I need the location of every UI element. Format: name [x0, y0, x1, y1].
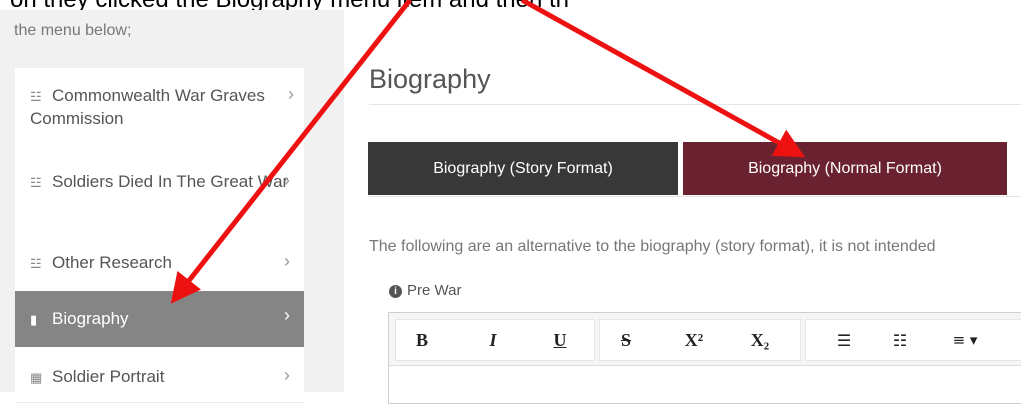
strikethrough-button[interactable]: S	[606, 320, 646, 360]
underline-button[interactable]: U	[540, 320, 580, 360]
database-icon: ☳	[30, 256, 42, 271]
bullet-list-icon[interactable]: ☰	[824, 320, 864, 360]
sidebar-item-label: Commonwealth War Graves Commission	[30, 86, 265, 128]
sidebar-item-label: Soldier Portrait	[52, 367, 165, 386]
sidebar-item-other-research[interactable]: ☳ Other Research ›	[15, 231, 304, 292]
database-icon: ☳	[30, 89, 42, 104]
sidebar-item-cwgc[interactable]: ☳ Commonwealth War Graves Commission ›	[15, 68, 304, 145]
clipped-instruction-text: on they clicked the Biography menu item …	[10, 0, 570, 10]
sidebar-item-label: Soldiers Died In The Great War	[52, 172, 289, 191]
numbered-list-icon[interactable]: ☷	[880, 320, 920, 360]
database-icon: ☳	[30, 175, 42, 190]
page-title: Biography	[369, 64, 491, 95]
arrow-to-normal-format-tab	[520, 0, 806, 158]
sidebar-item-sdgw[interactable]: ☳ Soldiers Died In The Great War ›	[15, 144, 304, 232]
image-icon: ▦	[30, 370, 43, 385]
sidebar: the menu below; ☳ Commonwealth War Graves…	[0, 10, 344, 403]
chevron-right-icon: ›	[284, 251, 290, 271]
sidebar-item-label: Biography	[52, 309, 129, 328]
rich-text-editor[interactable]: B I U S X² X₂ ☰ ☷ ≡ ▾	[388, 312, 1021, 404]
sidebar-item-biography[interactable]: ▮ Biography ›	[15, 291, 304, 347]
align-dropdown-button[interactable]: ≡ ▾	[940, 320, 990, 360]
italic-button[interactable]: I	[473, 320, 513, 360]
divider	[369, 104, 1021, 105]
subscript-button[interactable]: X₂	[740, 320, 780, 360]
section-label-pre-war: i Pre War	[389, 282, 461, 299]
description-text: The following are an alternative to the …	[369, 238, 936, 255]
chevron-right-icon: ›	[284, 365, 290, 385]
section-label-text: Pre War	[407, 282, 462, 299]
superscript-button[interactable]: X²	[674, 320, 714, 360]
menu-intro-text: the menu below;	[14, 22, 132, 39]
sidebar-item-label: Other Research	[52, 253, 172, 272]
divider	[369, 196, 1021, 197]
book-icon: ▮	[30, 312, 38, 327]
sidebar-item-soldier-portrait[interactable]: ▦ Soldier Portrait ›	[15, 347, 304, 403]
bold-button[interactable]: B	[402, 320, 442, 360]
chevron-right-icon: ›	[288, 84, 294, 104]
info-icon: i	[389, 285, 402, 298]
tab-biography-normal-format[interactable]: Biography (Normal Format)	[683, 142, 1007, 195]
toolbar-group-format: B I U	[395, 319, 595, 361]
toolbar-group-script: S X² X₂	[599, 319, 801, 361]
chevron-right-icon: ›	[284, 170, 290, 190]
editor-toolbar: B I U S X² X₂ ☰ ☷ ≡ ▾	[389, 313, 1021, 366]
toolbar-group-paragraph: ☰ ☷ ≡ ▾	[805, 319, 1021, 361]
tab-biography-story-format[interactable]: Biography (Story Format)	[368, 142, 678, 195]
chevron-right-icon: ›	[284, 305, 290, 325]
